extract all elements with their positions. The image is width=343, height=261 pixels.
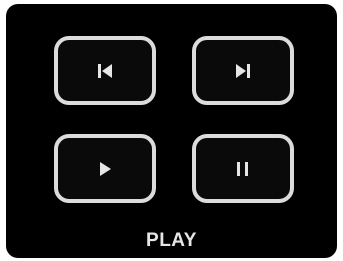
previous-button[interactable] [54,36,156,105]
pause-icon [237,161,248,176]
play-icon [100,161,111,176]
play-button[interactable] [54,134,156,203]
pause-button[interactable] [192,134,294,203]
skip-next-icon [236,63,250,78]
skip-previous-icon [98,63,112,78]
panel-label: PLAY [146,230,197,251]
next-button[interactable] [192,36,294,105]
